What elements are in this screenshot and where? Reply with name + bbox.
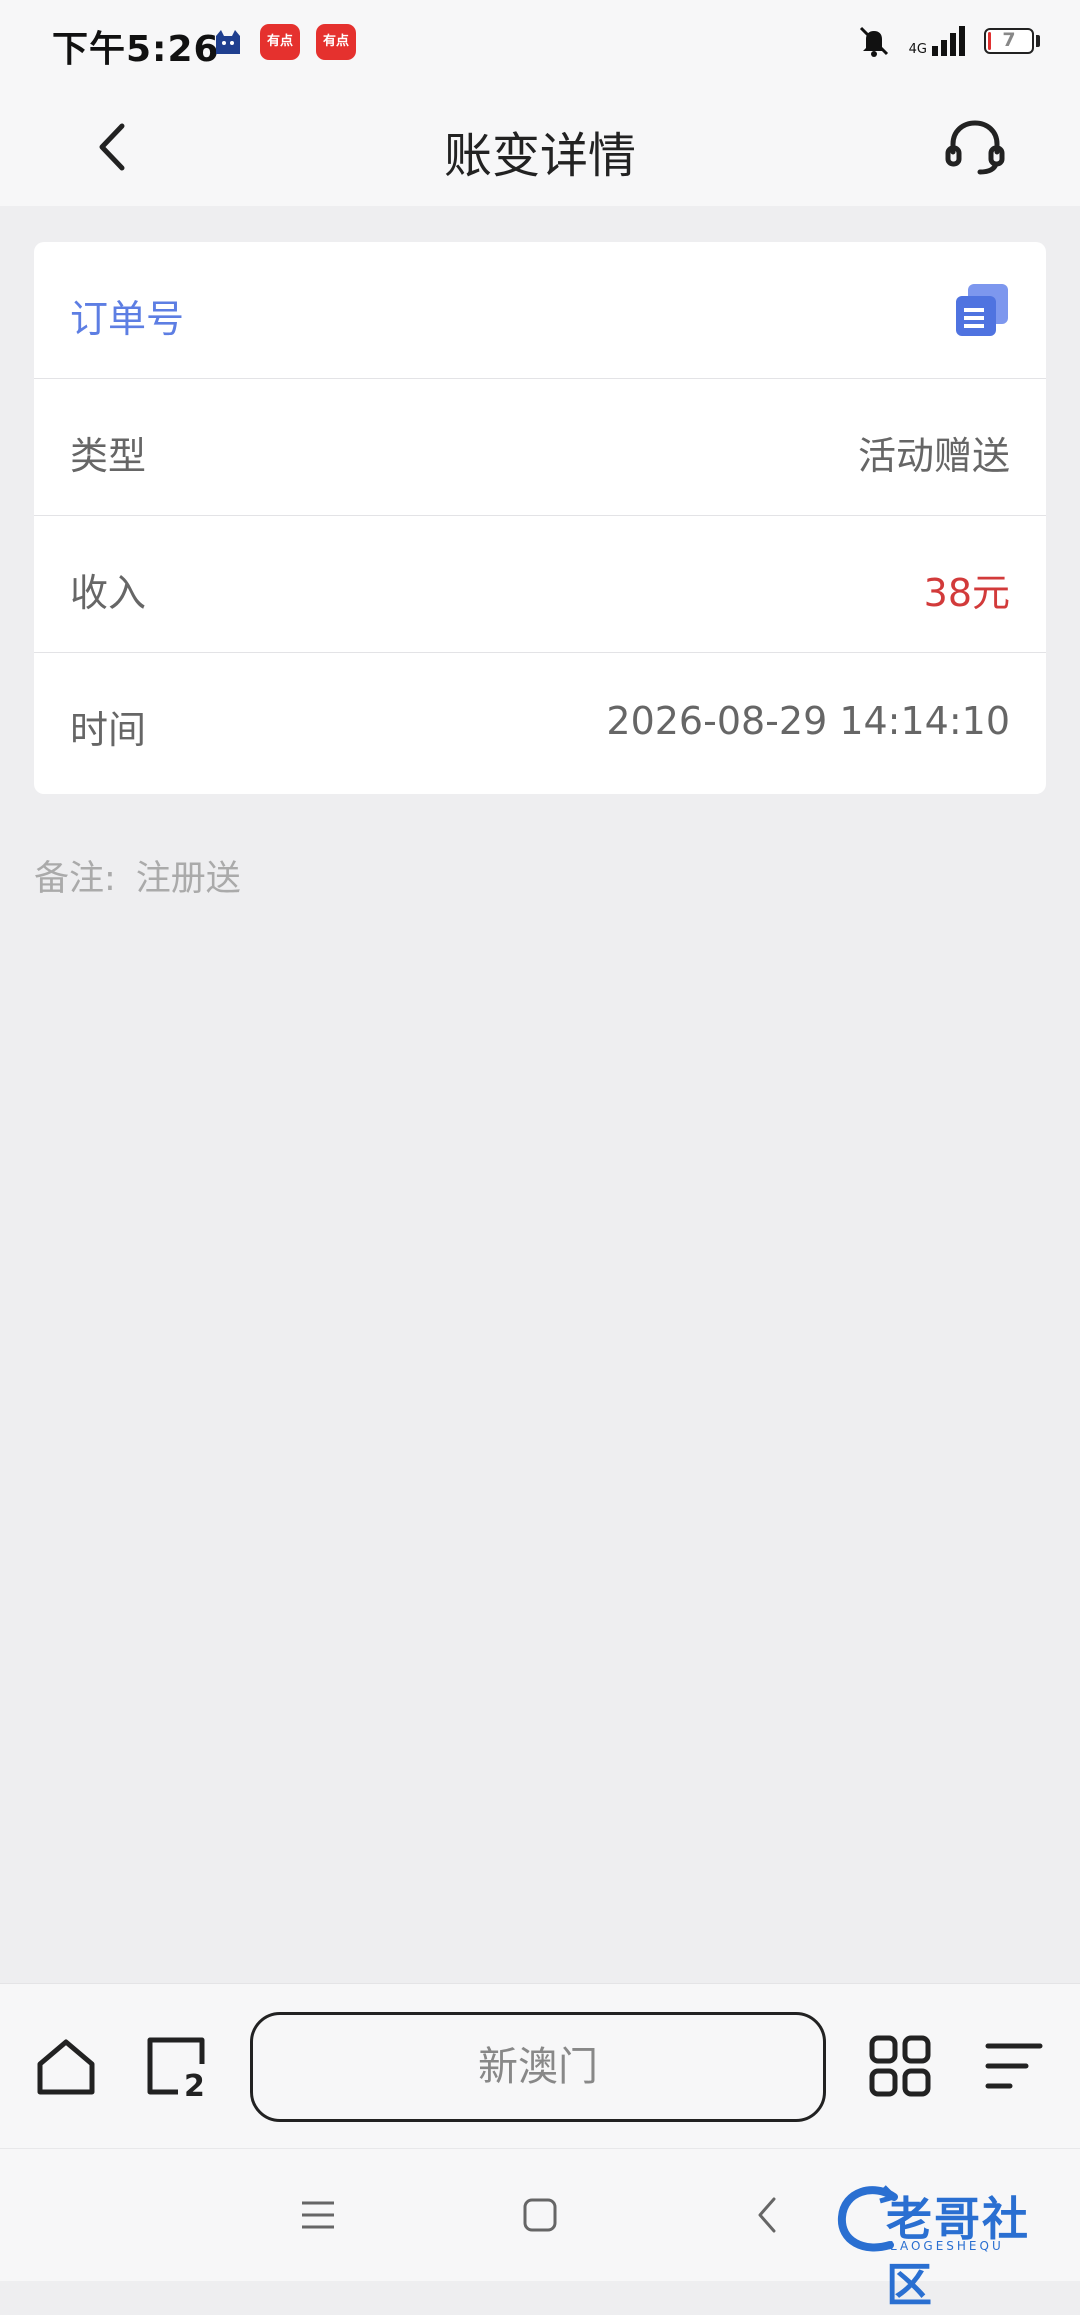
browser-toolbar: 2 新澳门 [0,1983,1080,2149]
battery-cap [1036,35,1040,47]
income-label: 收入 [70,571,147,615]
status-right: 4G 7 [857,24,1040,58]
copy-icon[interactable] [952,280,1012,340]
type-row: 类型 活动赠送 [34,379,1046,516]
top-nav-bar: 账变详情 [0,88,1080,206]
menu-icon[interactable] [982,2034,1046,2098]
battery-text: 7 [1002,29,1016,51]
tabs-icon[interactable]: 2 [144,2034,208,2098]
remark-label: 备注: [34,859,116,899]
status-time: 下午5:26 [52,29,220,70]
time-label: 时间 [70,708,147,752]
remark-value: 注册送 [135,859,241,899]
time-value: 2026-08-29 14:14:10 [606,699,1010,743]
app-notification-icon: 有点 [260,24,300,60]
headset-icon[interactable] [940,112,1010,182]
recent-apps-icon[interactable] [298,2195,338,2235]
watermark-logo: 老哥社区 LAOGESHEQU [834,2179,1064,2312]
grid-icon[interactable] [868,2034,932,2098]
battery-icon: 7 [984,28,1034,54]
page-title: 账变详情 [443,128,636,184]
transaction-detail-card: 订单号 类型 活动赠送 收入 38元 时间 2026-08-29 14:14:1… [34,242,1046,794]
back-nav-icon[interactable] [748,2195,788,2235]
income-value: 38元 [923,571,1010,615]
mute-bell-icon [859,26,888,57]
home-nav-icon[interactable] [520,2195,560,2235]
app-notification-icon: 有点 [316,24,356,60]
notification-icons: 有点 有点 [212,24,356,60]
watermark-subtext: LAOGESHEQU [890,2239,1004,2253]
home-icon[interactable] [34,2034,98,2098]
income-row: 收入 38元 [34,516,1046,653]
order-number-row: 订单号 [34,242,1046,379]
order-number-label: 订单号 [70,297,185,341]
status-bar: 下午5:26 有点 有点 4G 7 [0,0,1080,88]
type-value: 活动赠送 [857,434,1010,478]
remark: 备注: 注册送 [34,850,241,901]
network-type: 4G [908,42,927,57]
time-row: 时间 2026-08-29 14:14:10 [34,653,1046,790]
address-bar[interactable]: 新澳门 [250,2012,826,2122]
tab-count: 2 [184,2069,205,2098]
type-label: 类型 [70,434,147,478]
signal-icon [932,26,965,56]
system-nav-bar: 老哥社区 LAOGESHEQU [0,2148,1080,2312]
network-indicator: 4G [909,26,966,56]
cat-app-icon [216,30,240,54]
